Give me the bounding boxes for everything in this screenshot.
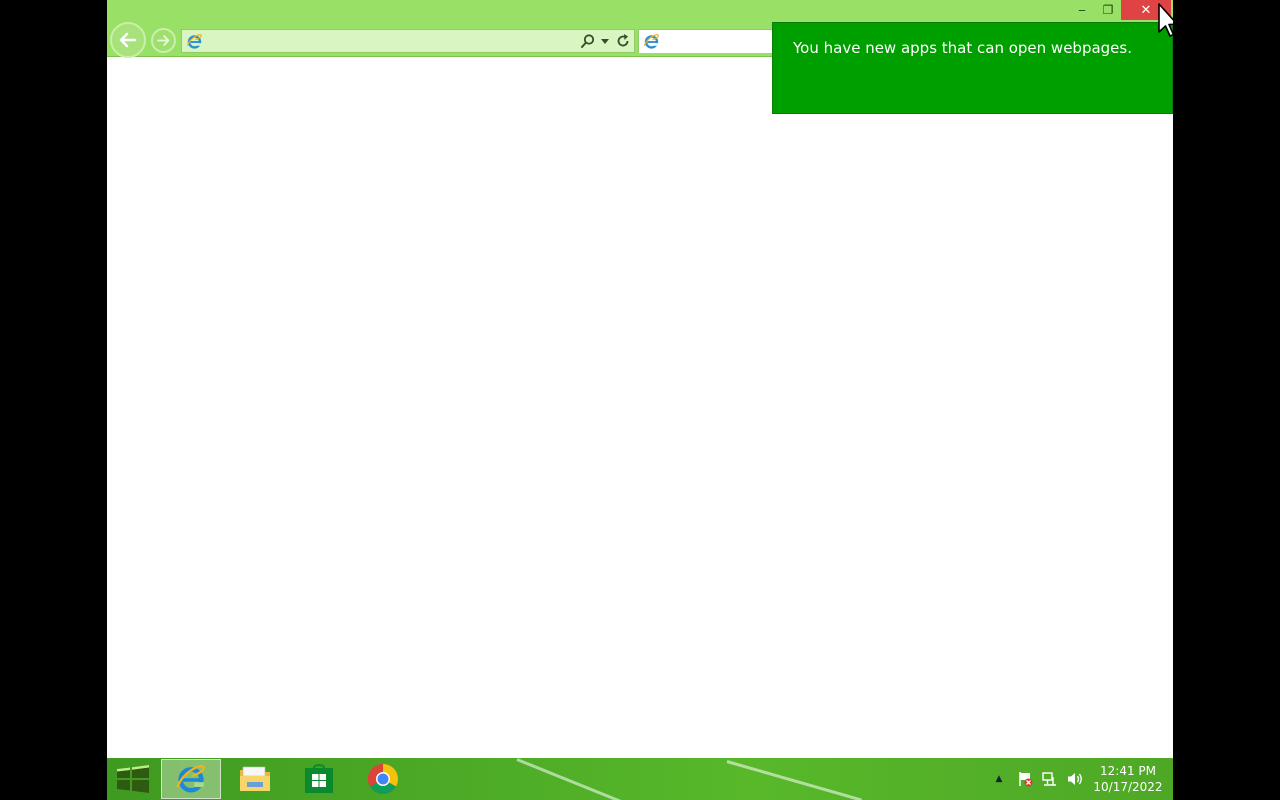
folder-icon — [240, 766, 270, 791]
taskbar-google-chrome[interactable] — [353, 759, 413, 799]
start-button[interactable] — [107, 759, 159, 799]
show-hidden-icons-button[interactable]: ▲ — [992, 758, 1006, 800]
chevron-down-icon[interactable] — [601, 39, 609, 44]
taskbar-windows-store[interactable] — [289, 759, 349, 799]
browser-tab[interactable] — [638, 29, 778, 53]
forward-button[interactable] — [151, 28, 176, 53]
address-bar[interactable] — [181, 29, 635, 53]
internet-explorer-icon — [176, 765, 205, 793]
arrow-right-icon — [157, 35, 170, 46]
volume-icon[interactable] — [1065, 758, 1085, 800]
wallpaper-stripe — [516, 758, 629, 800]
desktop-screen: ‒ ❐ ✕ You have new apps that can open we… — [107, 0, 1173, 800]
network-icon[interactable] — [1040, 758, 1060, 800]
ie-page-icon — [643, 34, 659, 49]
notification-message: You have new apps that can open webpages… — [793, 39, 1132, 57]
restore-button[interactable]: ❐ — [1095, 0, 1121, 20]
back-button[interactable] — [110, 22, 146, 58]
ie-page-icon — [186, 34, 202, 49]
arrow-left-icon — [119, 32, 137, 48]
mouse-cursor-icon — [1158, 3, 1173, 37]
search-icon[interactable] — [580, 33, 596, 49]
notification-toast[interactable]: You have new apps that can open webpages… — [772, 22, 1173, 114]
wallpaper-stripe — [726, 760, 862, 800]
chrome-icon — [367, 764, 399, 795]
taskbar: ▲ 12:41 PM 10/17/2022 — [107, 758, 1173, 800]
clock-time: 12:41 PM — [1100, 764, 1156, 778]
taskbar-file-explorer[interactable] — [225, 759, 285, 799]
taskbar-clock[interactable]: 12:41 PM 10/17/2022 — [1092, 763, 1164, 795]
store-icon — [305, 764, 333, 793]
windows-logo-icon — [117, 765, 149, 793]
refresh-icon[interactable] — [615, 33, 631, 49]
address-input[interactable] — [206, 32, 576, 50]
action-center-icon[interactable] — [1015, 758, 1035, 800]
minimize-button[interactable]: ‒ — [1069, 0, 1095, 20]
clock-date: 10/17/2022 — [1093, 780, 1163, 794]
taskbar-internet-explorer[interactable] — [161, 759, 221, 799]
